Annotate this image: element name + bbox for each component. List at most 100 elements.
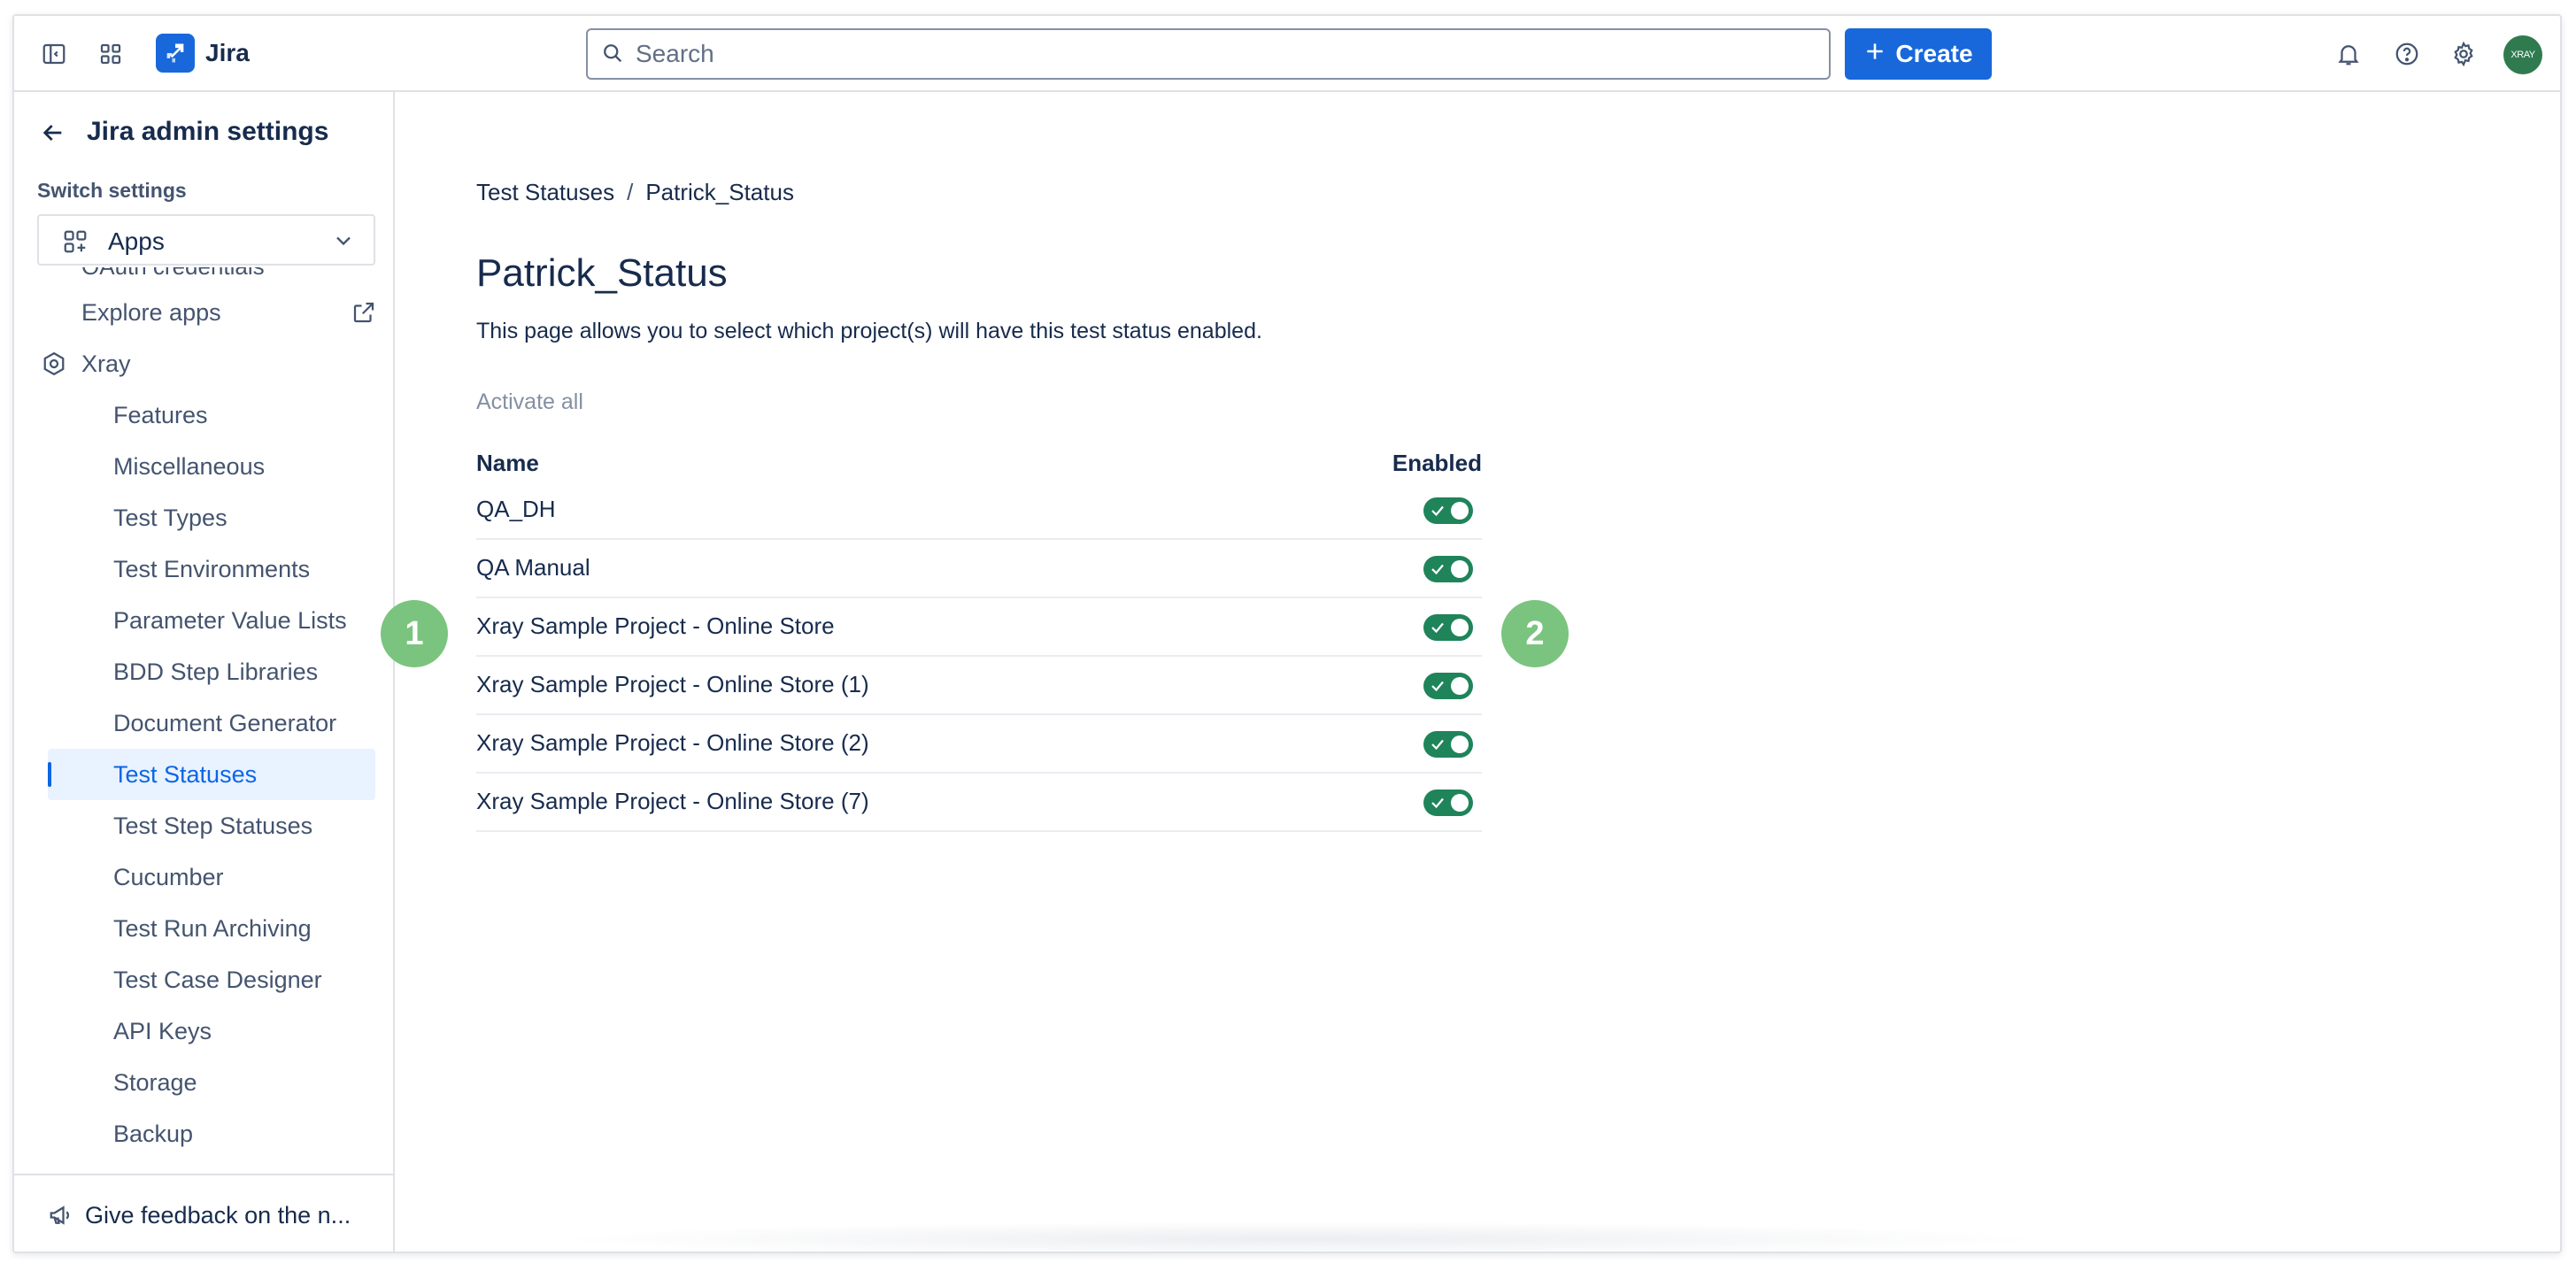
sidebar-item-label: Cucumber [113, 863, 224, 890]
sidebar-item-label: Test Types [113, 504, 228, 531]
sidebar-item-explore-apps[interactable]: Explore apps [81, 287, 391, 338]
main-content: Test Statuses / Patrick_Status Patrick_S… [395, 92, 2560, 1252]
sidebar-item-label: Test Step Statuses [113, 812, 313, 839]
sidebar-item-test-run-archiving[interactable]: Test Run Archiving [48, 903, 375, 954]
sidebar-item-label: Test Case Designer [113, 966, 322, 993]
notifications-bell-icon[interactable] [2333, 39, 2364, 69]
breadcrumb-item-current[interactable]: Patrick_Status [645, 179, 794, 206]
breadcrumb-item-test-statuses[interactable]: Test Statuses [476, 179, 614, 206]
sidebar-toggle-icon[interactable] [39, 39, 69, 69]
sidebar-item-parameter-value-lists[interactable]: Parameter Value Lists [48, 595, 375, 646]
enabled-toggle[interactable] [1423, 497, 1473, 524]
breadcrumb-separator: / [627, 179, 634, 205]
check-icon [1430, 678, 1446, 698]
feedback-link[interactable]: Give feedback on the n... [14, 1174, 393, 1252]
toggle-knob [1451, 794, 1469, 812]
sidebar-item-label: Parameter Value Lists [113, 606, 347, 634]
plus-icon [1863, 40, 1886, 69]
sidebar-item-test-step-statuses[interactable]: Test Step Statuses [48, 800, 375, 851]
table-row: Xray Sample Project - Online Store (2) [476, 715, 1482, 774]
search-input[interactable] [636, 37, 1786, 71]
sidebar-item-api-keys[interactable]: API Keys [48, 1005, 375, 1057]
project-name: QA Manual [476, 554, 590, 581]
create-button-label: Create [1895, 40, 1973, 67]
app-switcher-icon[interactable] [96, 39, 126, 69]
page-title: Patrick_Status [476, 251, 728, 295]
sidebar-section-xray[interactable]: Xray [41, 338, 377, 389]
project-name: Xray Sample Project - Online Store [476, 612, 835, 639]
table-row: QA Manual [476, 540, 1482, 598]
sidebar-item-test-environments[interactable]: Test Environments [48, 543, 375, 595]
enabled-toggle[interactable] [1423, 673, 1473, 699]
search-box[interactable] [586, 28, 1831, 80]
sidebar-item-label: Storage [113, 1068, 197, 1096]
sidebar-item-cucumber[interactable]: Cucumber [48, 851, 375, 903]
toggle-knob [1451, 560, 1469, 578]
table-row: Xray Sample Project - Online Store (1) [476, 657, 1482, 715]
sidebar-item-test-statuses[interactable]: Test Statuses [48, 749, 375, 800]
enabled-toggle[interactable] [1423, 614, 1473, 641]
sidebar-item-miscellaneous[interactable]: Miscellaneous [48, 441, 375, 492]
apps-icon [62, 228, 89, 259]
switch-settings-label: Switch settings [37, 179, 187, 202]
page-description: This page allows you to select which pro… [476, 319, 1262, 343]
annotation-badge-2: 2 [1501, 600, 1569, 667]
sidebar-item-backup[interactable]: Backup [48, 1108, 375, 1159]
check-icon [1430, 795, 1446, 815]
project-name: Xray Sample Project - Online Store (1) [476, 671, 869, 697]
search-icon [600, 41, 625, 70]
user-avatar[interactable]: XRAY [2503, 35, 2542, 74]
settings-gear-icon[interactable] [2449, 39, 2479, 69]
switch-settings-select[interactable]: Apps [37, 214, 375, 266]
sidebar-item-test-types[interactable]: Test Types [48, 492, 375, 543]
app-name[interactable]: Jira [205, 39, 250, 67]
sidebar-item-label: Backup [113, 1120, 194, 1147]
sidebar-item-label: Document Generator [113, 709, 337, 736]
sidebar-item-label: Test Run Archiving [113, 914, 312, 942]
activate-all-button[interactable]: Activate all [476, 389, 583, 415]
check-icon [1430, 736, 1446, 757]
enabled-toggle[interactable] [1423, 790, 1473, 816]
table-row: Xray Sample Project - Online Store [476, 598, 1482, 657]
sidebar-item-label: Miscellaneous [113, 452, 266, 480]
chevron-down-icon [331, 228, 356, 258]
project-name: QA_DH [476, 496, 556, 522]
external-link-icon [351, 299, 377, 332]
sidebar-nav-list: OAuth credentials Explore apps Xray Feat… [14, 267, 393, 1161]
sidebar-item-label: Explore apps [81, 298, 221, 326]
toggle-knob [1451, 619, 1469, 636]
enabled-toggle[interactable] [1423, 731, 1473, 758]
sidebar-item-label: BDD Step Libraries [113, 658, 319, 685]
enabled-toggle[interactable] [1423, 556, 1473, 582]
toggle-knob [1451, 677, 1469, 695]
app-window: Jira Create [12, 14, 2562, 1253]
megaphone-icon [48, 1202, 74, 1233]
top-navigation: Jira Create [14, 16, 2560, 92]
sidebar-item-label: Test Environments [113, 555, 311, 582]
sidebar-title: Jira admin settings [87, 117, 329, 146]
column-header-enabled: Enabled [1392, 450, 1482, 476]
sidebar-item-storage[interactable]: Storage [48, 1057, 375, 1108]
jira-logo-icon[interactable] [156, 34, 195, 73]
feedback-label: Give feedback on the n... [85, 1202, 351, 1229]
xray-hexagon-icon [41, 350, 67, 377]
sidebar-item-test-case-designer[interactable]: Test Case Designer [48, 954, 375, 1005]
table-row: QA_DH [476, 481, 1482, 540]
check-icon [1430, 503, 1446, 523]
check-icon [1430, 561, 1446, 582]
bottom-shadow [545, 1221, 2050, 1252]
sidebar-item-document-generator[interactable]: Document Generator [48, 697, 375, 749]
breadcrumb: Test Statuses / Patrick_Status [476, 179, 794, 206]
annotation-badge-1: 1 [381, 600, 448, 667]
create-button[interactable]: Create [1845, 28, 1992, 80]
back-arrow-icon[interactable] [39, 119, 67, 151]
sidebar-item-features[interactable]: Features [48, 389, 375, 441]
sidebar-item-oauth-credentials[interactable]: OAuth credentials [81, 267, 265, 281]
sidebar-section-label: Xray [81, 350, 131, 377]
help-icon[interactable] [2392, 39, 2422, 69]
sidebar-item-label: Features [113, 401, 208, 428]
toggle-knob [1451, 736, 1469, 753]
selected-indicator [48, 762, 51, 787]
sidebar-item-label: API Keys [113, 1017, 212, 1044]
sidebar-item-bdd-step-libraries[interactable]: BDD Step Libraries [48, 646, 375, 697]
